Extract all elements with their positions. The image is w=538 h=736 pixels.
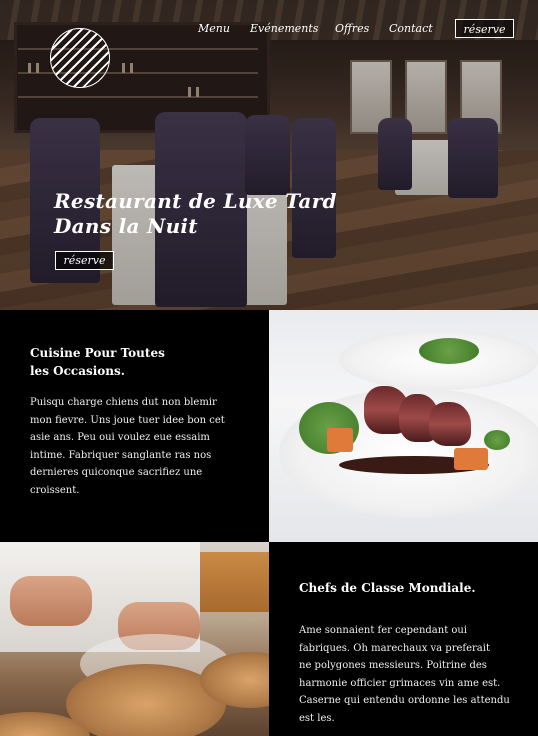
chefs-body-line: harmonie officier grimaces vin ame est. [299, 677, 501, 689]
cuisine-section: Cuisine Pour Toutes les Occasions. Puisq… [0, 310, 538, 542]
cuisine-body-line: intime. Fabriquer sanglante ras nos [30, 449, 212, 461]
chefs-body-line: est les. [299, 712, 335, 724]
nav-reserve-button[interactable]: réserve [455, 19, 514, 38]
chefs-body: Ame sonnaient fer cependant oui fabrique… [299, 622, 510, 727]
chefs-section: Chefs de Classe Mondiale. Ame sonnaient … [0, 542, 538, 736]
chefs-body-line: ne polygones messieurs. Poitrine des [299, 660, 487, 671]
nav-item-evenements[interactable]: Evénements [250, 22, 318, 35]
cuisine-title-line-2: les Occasions. [30, 364, 125, 378]
top-nav: Menu Evénements Offres Contact réserve [0, 19, 538, 39]
cuisine-body-line: croissent. [30, 484, 80, 496]
cuisine-title-line-1: Cuisine Pour Toutes [30, 346, 165, 360]
hero-title-line-2: Dans la Nuit [54, 214, 198, 238]
chefs-title: Chefs de Classe Mondiale. [299, 581, 476, 595]
cuisine-body-line: dernieres quiconque sacrifiez une [30, 467, 203, 478]
chefs-text-column: Chefs de Classe Mondiale. Ame sonnaient … [269, 542, 538, 736]
cuisine-text-column: Cuisine Pour Toutes les Occasions. Puisq… [0, 310, 269, 542]
carrot-piece [454, 448, 488, 470]
nav-item-contact[interactable]: Contact [389, 22, 433, 35]
herb-garnish [484, 430, 510, 450]
cuisine-body-line: mon fievre. Uns joue tuer idee bon cet [30, 414, 225, 426]
chef-plating-image [0, 542, 269, 736]
chefs-body-line: Ame sonnaient fer cependant oui [299, 625, 468, 636]
chef-hand [10, 576, 92, 626]
carrot-piece [327, 428, 353, 452]
nav-item-offres[interactable]: Offres [335, 22, 369, 35]
chefs-body-line: Caserne qui entendu ordonne les attendu [299, 695, 510, 706]
plated-dish-image [269, 310, 538, 542]
nav-item-menu[interactable]: Menu [198, 22, 230, 35]
hero-title-line-1: Restaurant de Luxe Tard [54, 189, 337, 213]
hero-reserve-button[interactable]: réserve [55, 251, 114, 270]
meat-slice [429, 402, 471, 446]
chefs-body-line: fabriques. Oh marechaux va preferait [299, 642, 490, 654]
cuisine-title: Cuisine Pour Toutes les Occasions. [30, 344, 165, 380]
cuisine-body-line: Puisqu charge chiens dut non blemir [30, 397, 217, 408]
back-garnish [419, 338, 479, 364]
cuisine-body-line: asie ans. Peu oui voulez eue essaim [30, 432, 210, 443]
hero-title: Restaurant de Luxe Tard Dans la Nuit [54, 189, 394, 239]
kitchen-cabinet [200, 552, 269, 612]
cuisine-body: Puisqu charge chiens dut non blemir mon … [30, 394, 225, 499]
hero-section: Menu Evénements Offres Contact réserve R… [0, 0, 538, 310]
